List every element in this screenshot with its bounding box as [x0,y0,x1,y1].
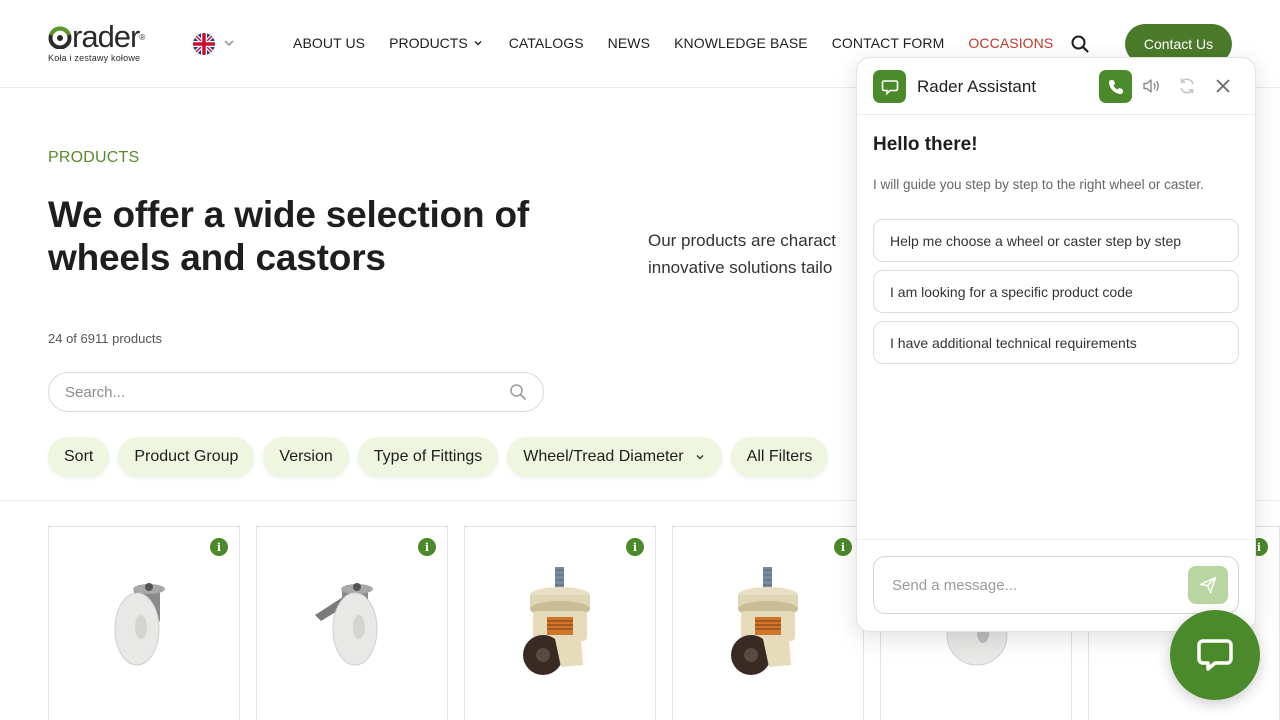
chat-option-choose-step-by-step[interactable]: Help me choose a wheel or caster step by… [873,219,1239,262]
chevron-down-icon [474,41,482,46]
send-icon[interactable] [1188,566,1228,604]
chat-message-field[interactable] [873,556,1239,614]
hero-description-line: Our products are charact [648,231,837,250]
filter-wheel-tread-diameter-label: Wheel/Tread Diameter [523,448,684,465]
uk-flag-icon[interactable] [193,33,215,55]
filter-version[interactable]: Version [263,437,349,477]
nav-occasions[interactable]: OCCASIONS [968,35,1053,51]
leveling-castor-image [523,567,590,675]
chat-launcher-icon[interactable] [1170,610,1260,700]
main-nav: ABOUT US PRODUCTS CATALOGS NEWS KNOWLEDG… [293,35,1077,51]
chat-option-specific-product-code[interactable]: I am looking for a specific product code [873,270,1239,313]
nav-news[interactable]: NEWS [608,35,650,51]
product-card[interactable]: i [48,526,240,720]
filter-all-filters[interactable]: All Filters [730,437,829,477]
info-icon[interactable]: i [210,538,228,556]
language-chevron-down-icon[interactable] [222,36,236,55]
chat-header: Rader Assistant [857,58,1255,115]
filter-type-of-fittings[interactable]: Type of Fittings [357,437,499,477]
nav-contact-form[interactable]: CONTACT FORM [832,35,945,51]
speaker-icon[interactable] [1141,76,1161,101]
product-search-field[interactable] [48,372,544,412]
logo-mark: rader ® [48,19,146,54]
nav-products[interactable]: PRODUCTS [389,35,485,51]
search-icon[interactable] [509,383,527,401]
chat-bubble-icon [873,70,906,103]
page-title: We offer a wide selection of wheels and … [48,194,529,278]
logo-registered-mark: ® [139,32,146,42]
braked-castor-image [315,583,378,666]
header-search-icon[interactable] [1070,34,1090,59]
nav-knowledge-base[interactable]: KNOWLEDGE BASE [674,35,808,51]
info-icon[interactable]: i [626,538,644,556]
leveling-castor-image [731,567,798,675]
filter-bar: Sort Product Group Version Type of Fitti… [48,437,837,477]
close-icon[interactable] [1213,76,1233,101]
breadcrumb[interactable]: PRODUCTS [48,149,139,167]
chat-message-input[interactable] [892,576,1188,594]
refresh-icon[interactable] [1177,76,1197,101]
nav-about-us[interactable]: ABOUT US [293,35,365,51]
logo-word: rader [72,19,140,54]
product-count: 24 of 6911 products [48,331,162,346]
logo-tagline: Koła i zestawy kołowe [48,53,141,63]
chat-title: Rader Assistant [917,77,1037,96]
product-search-input[interactable] [65,383,509,401]
chevron-down-icon [696,455,704,460]
nav-catalogs[interactable]: CATALOGS [509,35,584,51]
chat-option-technical-requirements[interactable]: I have additional technical requirements [873,321,1239,364]
rader-logo[interactable]: rader ® Koła i zestawy kołowe [48,19,146,63]
chat-assistant-panel: Rader Assistant Hello there! I will guid… [856,57,1256,632]
info-icon[interactable]: i [834,538,852,556]
filter-sort[interactable]: Sort [48,437,110,477]
chat-quick-options: Help me choose a wheel or caster step by… [873,219,1239,372]
product-card[interactable]: i [672,526,864,720]
filter-wheel-tread-diameter[interactable]: Wheel/Tread Diameter [507,437,722,477]
filter-product-group[interactable]: Product Group [118,437,255,477]
product-card[interactable]: i [464,526,656,720]
nav-products-label: PRODUCTS [389,35,468,51]
chat-subtitle: I will guide you step by step to the rig… [873,177,1204,192]
hero-description-line: innovative solutions tailo [648,258,833,277]
info-icon[interactable]: i [418,538,436,556]
logo-wheel-icon [48,26,72,49]
product-card[interactable]: i [256,526,448,720]
phone-icon[interactable] [1099,70,1132,103]
chat-greeting: Hello there! [873,134,978,155]
swivel-castor-image [114,583,165,666]
hero-description: Our products are charact innovative solu… [648,227,836,281]
